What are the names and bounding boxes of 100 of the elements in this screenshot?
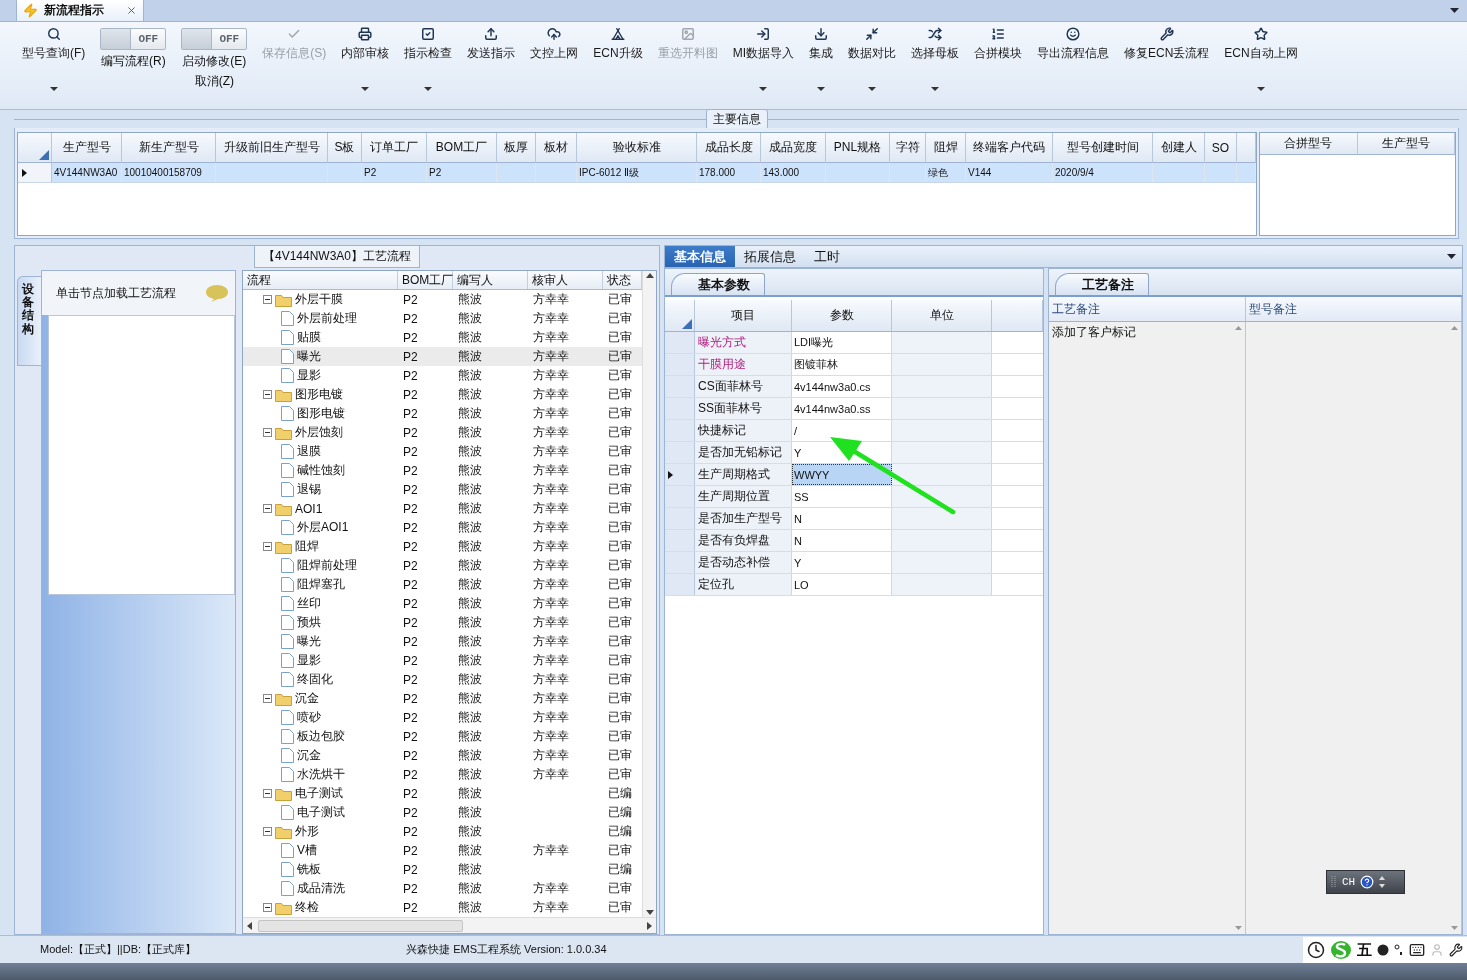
clock-icon[interactable] — [1307, 941, 1325, 959]
scrollbar[interactable] — [243, 917, 656, 933]
collapse-icon[interactable] — [263, 390, 272, 399]
collapse-icon[interactable] — [263, 428, 272, 437]
wrench-icon[interactable] — [1449, 943, 1463, 957]
collapse-icon[interactable] — [263, 295, 272, 304]
collapse-icon[interactable] — [263, 789, 272, 798]
column-header[interactable]: 编写人 — [453, 271, 528, 289]
column-header[interactable]: BOM工厂 — [398, 271, 453, 289]
caret-icon[interactable] — [868, 87, 876, 91]
param-value[interactable]: 图镀菲林 — [792, 354, 892, 375]
column-header[interactable]: 成品宽度 — [761, 133, 826, 163]
column-header[interactable]: 合拼型号 — [1260, 133, 1358, 155]
toolbar-button[interactable]: 导出流程信息 — [1035, 26, 1111, 105]
toolbar-button[interactable]: 选择母板 — [909, 26, 961, 105]
tree-row[interactable]: 曝光 P2 熊波 方幸幸 已审 — [243, 347, 642, 366]
caret-icon[interactable] — [424, 87, 433, 91]
note-text[interactable]: 添加了客户标记 — [1049, 322, 1231, 934]
row-header[interactable] — [18, 163, 52, 182]
toolbar-button[interactable]: MI数据导入 — [730, 26, 796, 105]
toolbar-button[interactable]: 内部审核 — [339, 26, 392, 105]
caret-icon[interactable] — [1257, 87, 1266, 91]
ime-toolbar[interactable]: CH — [1326, 870, 1405, 894]
param-value[interactable]: 4v144nw3a0.ss — [792, 398, 892, 419]
toolbar-button[interactable]: 指示检查 — [402, 26, 455, 105]
collapse-icon[interactable] — [263, 504, 272, 513]
scroll-down-icon[interactable] — [645, 910, 654, 915]
column-header[interactable]: PNL规格 — [826, 133, 890, 163]
param-value[interactable]: Y — [792, 552, 892, 573]
moon-icon[interactable] — [1377, 944, 1389, 956]
tab[interactable]: 工艺备注 — [1055, 273, 1149, 295]
column-header[interactable]: 阻焊 — [926, 133, 966, 163]
caret-icon[interactable] — [1447, 254, 1456, 259]
column-header[interactable]: 项目 — [695, 300, 792, 331]
param-value[interactable]: / — [792, 420, 892, 441]
column-header[interactable]: S板 — [328, 133, 362, 163]
caret-icon[interactable] — [931, 87, 939, 91]
scroll-up-icon[interactable] — [645, 273, 654, 278]
param-value[interactable]: N — [792, 530, 892, 551]
column-header[interactable]: SO — [1205, 133, 1237, 163]
param-value[interactable]: SS — [792, 486, 892, 507]
collapse-icon[interactable] — [263, 903, 272, 912]
column-header[interactable]: 单位 — [892, 300, 992, 331]
column-header[interactable]: 生产型号 — [52, 133, 122, 163]
scrollbar[interactable] — [642, 271, 656, 917]
toolbar-button[interactable]: 数据对比 — [846, 26, 898, 105]
column-header[interactable]: 字符 — [890, 133, 926, 163]
caret-icon[interactable] — [49, 87, 58, 91]
param-value[interactable]: LO — [792, 574, 892, 595]
collapse-icon[interactable] — [263, 827, 272, 836]
toolbar-button[interactable]: ECN升级 — [591, 26, 645, 105]
document-tab[interactable]: 新流程指示 — [16, 0, 144, 21]
close-icon[interactable] — [126, 5, 137, 16]
column-header[interactable]: BOM工厂 — [427, 133, 497, 163]
column-header[interactable]: 订单工厂 — [362, 133, 427, 163]
help-icon[interactable] — [1360, 875, 1375, 889]
toggle-switch[interactable]: OFF — [181, 28, 248, 50]
column-header[interactable]: 新生产型号 — [122, 133, 216, 163]
side-tab[interactable]: 设备结构 — [17, 276, 41, 366]
punctuation-icon[interactable] — [1394, 944, 1404, 956]
keyboard-icon[interactable] — [1409, 942, 1425, 958]
column-header[interactable]: 升级前旧生产型号 — [216, 133, 328, 163]
tab[interactable]: 基本参数 — [671, 273, 765, 295]
column-header[interactable]: 流程 — [243, 271, 398, 289]
param-value[interactable]: N — [792, 508, 892, 529]
collapse-icon[interactable] — [263, 542, 272, 551]
param-value[interactable]: WWYY — [792, 464, 892, 485]
spin-arrows-icon[interactable] — [1379, 876, 1386, 888]
ime-logo-icon[interactable] — [1330, 940, 1352, 960]
column-header[interactable]: 验收标准 — [577, 133, 697, 163]
column-header[interactable]: 板厚 — [497, 133, 536, 163]
table-row[interactable]: 4V144NW3A0 10010400158709 P2 P2 IPC-6012 Ⅱ级 178.000 143.000 绿色 V144 2020/9/4 — [18, 163, 1256, 183]
toolbar-button[interactable]: 修复ECN丢流程 — [1122, 26, 1212, 105]
caret-icon[interactable] — [817, 87, 825, 91]
caret-icon[interactable] — [1450, 8, 1459, 13]
tab[interactable]: 基本信息 — [665, 246, 735, 267]
toolbar-button[interactable]: 文控上网 — [528, 26, 581, 105]
scroll-left-icon[interactable] — [247, 921, 252, 930]
toolbar-button[interactable]: 合拼模块 — [972, 26, 1024, 105]
caret-icon[interactable] — [361, 87, 370, 91]
tab[interactable]: 拓展信息 — [735, 246, 805, 267]
scroll-thumb[interactable] — [258, 919, 463, 932]
column-header[interactable]: 创建人 — [1153, 133, 1205, 163]
column-header[interactable]: 型号创建时间 — [1053, 133, 1153, 163]
param-value[interactable]: LDI曝光 — [792, 332, 892, 353]
column-header[interactable]: 参数 — [792, 300, 892, 331]
input-mode[interactable]: 五 — [1357, 940, 1372, 960]
param-value[interactable]: 4v144nw3a0.cs — [792, 376, 892, 397]
scroll-right-icon[interactable] — [647, 921, 652, 930]
toolbar-button[interactable]: 型号查询(F) — [20, 26, 88, 105]
column-header[interactable]: 板材 — [536, 133, 577, 163]
toolbar-button[interactable]: 集成 — [807, 26, 835, 105]
collapse-icon[interactable] — [263, 694, 272, 703]
row-header[interactable] — [665, 464, 695, 485]
column-header[interactable]: 终端客户代码 — [966, 133, 1053, 163]
column-header[interactable]: 成品长度 — [697, 133, 761, 163]
column-header[interactable]: 生产型号 — [1357, 133, 1455, 155]
column-header[interactable]: 核审人 — [528, 271, 603, 289]
toolbar-button[interactable]: 发送指示 — [465, 26, 518, 105]
toggle-switch[interactable]: OFF — [100, 28, 167, 50]
